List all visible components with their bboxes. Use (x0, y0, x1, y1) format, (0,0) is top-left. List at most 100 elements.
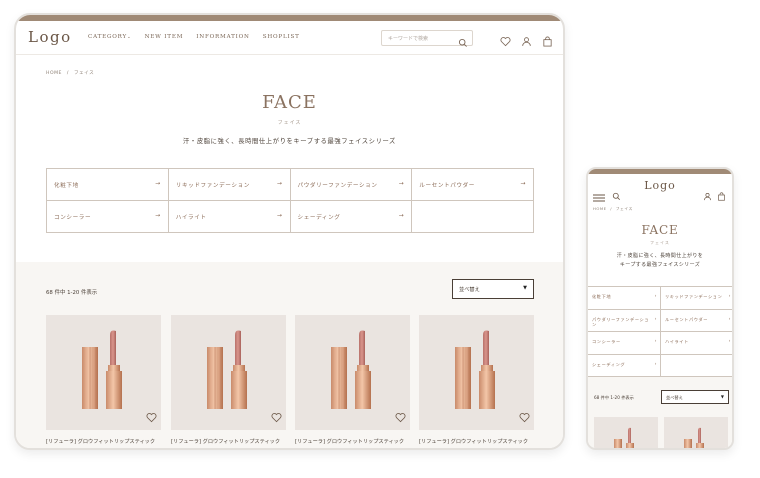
lipstick-image (455, 330, 495, 409)
product-image[interactable] (295, 315, 410, 430)
category-label: ハイライト (665, 339, 689, 344)
lipstick-image (207, 330, 247, 409)
breadcrumb-home[interactable]: HOME (593, 206, 607, 211)
category-label: シェーディング (592, 361, 626, 367)
product-name[interactable]: [リフューラ] グロウフィットリップスティック (419, 438, 534, 445)
category-label: 化粧下地 (54, 183, 79, 189)
arrow-right-icon: → (155, 180, 161, 187)
product-image[interactable] (171, 315, 286, 430)
search-icon[interactable] (458, 33, 468, 52)
heart-icon[interactable] (519, 408, 530, 427)
chevron-right-icon: › (654, 316, 657, 322)
breadcrumb-current: フェイス (73, 71, 95, 76)
category-label: ルーセントパウダー (419, 183, 475, 189)
product-section: 68 件中 1-20 件表示 並べ替え ▼ (16, 262, 563, 448)
product-name[interactable]: [リフューラ] グロウフィットリップスティック (46, 438, 161, 445)
category-link[interactable]: パウダリーファンデーション → (290, 169, 413, 201)
category-link[interactable]: リキッドファンデーション → (168, 169, 291, 201)
category-empty-cell (661, 355, 732, 377)
mobile-mockup: Logo HOME / フェイス FACE フェイス 汗・皮脂に強く、長時間仕上… (586, 167, 734, 450)
sort-select[interactable]: 並べ替え ▼ (452, 279, 534, 299)
desktop-mockup: Logo CATEGORY⌄ NEW ITEM INFORMATION SHOP… (14, 13, 565, 450)
heart-icon[interactable] (271, 408, 282, 427)
caret-down-icon: ▼ (523, 285, 527, 291)
product-name[interactable]: [リフューラ] グロウフィットリップスティック (295, 438, 410, 445)
page-lead: 汗・皮脂に強く、長時間仕上がりを キープする最強フェイスシリーズ (588, 252, 732, 270)
category-label: パウダリーファンデーション (592, 316, 650, 327)
bag-icon[interactable] (717, 186, 726, 205)
main-nav: CATEGORY⌄ NEW ITEM INFORMATION SHOPLIST (88, 34, 300, 40)
nav-item-shoplist[interactable]: SHOPLIST (263, 34, 300, 40)
nav-item-category[interactable]: CATEGORY⌄ (88, 34, 132, 40)
chevron-right-icon: › (654, 294, 657, 299)
category-label: リキッドファンデーション (665, 294, 723, 299)
nav-item-new-item[interactable]: NEW ITEM (145, 34, 184, 40)
category-link[interactable]: シェーディング → (290, 201, 413, 233)
category-label: ハイライト (175, 215, 207, 221)
category-label: パウダリーファンデーション (297, 183, 378, 189)
category-link[interactable]: シェーディング › (588, 354, 661, 377)
caret-down-icon: ▼ (720, 394, 724, 399)
result-count: 68 件中 1-20 件表示 (46, 290, 98, 296)
user-icon[interactable] (521, 32, 532, 51)
product-name[interactable]: [リフューラ] グロウフィットリップスティック (171, 438, 286, 445)
breadcrumb-home[interactable]: HOME (46, 71, 62, 76)
product-card[interactable]: [リフューラ] グロウフィットリップスティック (295, 315, 410, 445)
sort-select-value: 並べ替え (459, 287, 480, 293)
product-card[interactable] (594, 417, 658, 448)
chevron-down-icon: ⌄ (127, 35, 132, 40)
lipstick-image (331, 330, 371, 409)
breadcrumb: HOME / フェイス (46, 70, 94, 76)
heart-icon[interactable] (500, 32, 511, 51)
category-link[interactable]: ハイライト › (661, 332, 732, 355)
site-header: Logo CATEGORY⌄ NEW ITEM INFORMATION SHOP… (16, 21, 563, 55)
category-link[interactable]: リキッドファンデーション › (661, 287, 732, 310)
product-image[interactable] (46, 315, 161, 430)
user-icon[interactable] (703, 186, 712, 205)
category-link[interactable]: 化粧下地 › (588, 287, 661, 310)
page-subtitle: フェイス (277, 120, 302, 126)
lipstick-image (684, 427, 704, 448)
chevron-right-icon: › (728, 316, 731, 322)
category-label: コンシーラー (54, 215, 92, 221)
heart-icon[interactable] (395, 408, 406, 427)
category-link[interactable]: 化粧下地 → (47, 169, 169, 201)
sort-select-value: 並べ替え (666, 395, 683, 400)
category-label: ルーセントパウダー (665, 316, 709, 322)
category-link[interactable]: パウダリーファンデーション › (588, 309, 661, 332)
category-label: シェーディング (297, 215, 341, 221)
breadcrumb-separator: / (66, 71, 69, 76)
category-grid: 化粧下地 → リキッドファンデーション → パウダリーファンデーション → ルーセント… (46, 168, 534, 233)
product-card[interactable]: [リフューラ] グロウフィットリップスティック (419, 315, 534, 445)
chevron-right-icon: › (728, 339, 731, 344)
nav-item-information[interactable]: INFORMATION (196, 34, 249, 40)
product-card[interactable]: [リフューラ] グロウフィットリップスティック (171, 315, 286, 445)
search-input[interactable]: キーワードで検索 (388, 35, 428, 42)
page-lead-line-1: 汗・皮脂に強く、長時間仕上がりを (616, 253, 704, 259)
page-lead-line-2: キープする最強フェイスシリーズ (619, 262, 701, 268)
category-label: 化粧下地 (592, 294, 612, 299)
arrow-right-icon: → (398, 212, 405, 219)
arrow-right-icon: → (276, 212, 283, 219)
category-link[interactable]: コンシーラー → (47, 201, 169, 233)
bag-icon[interactable] (542, 32, 553, 51)
logo[interactable]: Logo (28, 28, 72, 46)
search-box[interactable]: キーワードで検索 (381, 30, 473, 47)
page-title: FACE (641, 223, 679, 237)
category-link[interactable]: コンシーラー › (588, 332, 661, 355)
chevron-right-icon: › (728, 294, 731, 299)
breadcrumb-current: フェイス (615, 206, 633, 211)
heart-icon[interactable] (146, 408, 157, 427)
breadcrumb-separator: / (610, 206, 613, 211)
lipstick-image (82, 330, 122, 409)
product-image[interactable] (419, 315, 534, 430)
sort-select[interactable]: 並べ替え ▼ (661, 390, 729, 404)
page-subtitle: フェイス (650, 240, 670, 245)
product-card[interactable]: [リフューラ] グロウフィットリップスティック (46, 315, 161, 445)
category-label: リキッドファンデーション (175, 183, 250, 189)
chevron-right-icon: › (654, 339, 657, 344)
category-link[interactable]: ハイライト → (168, 201, 291, 233)
product-card[interactable] (664, 417, 728, 448)
category-link[interactable]: ルーセントパウダー → (412, 169, 534, 201)
category-link[interactable]: ルーセントパウダー › (661, 310, 732, 332)
